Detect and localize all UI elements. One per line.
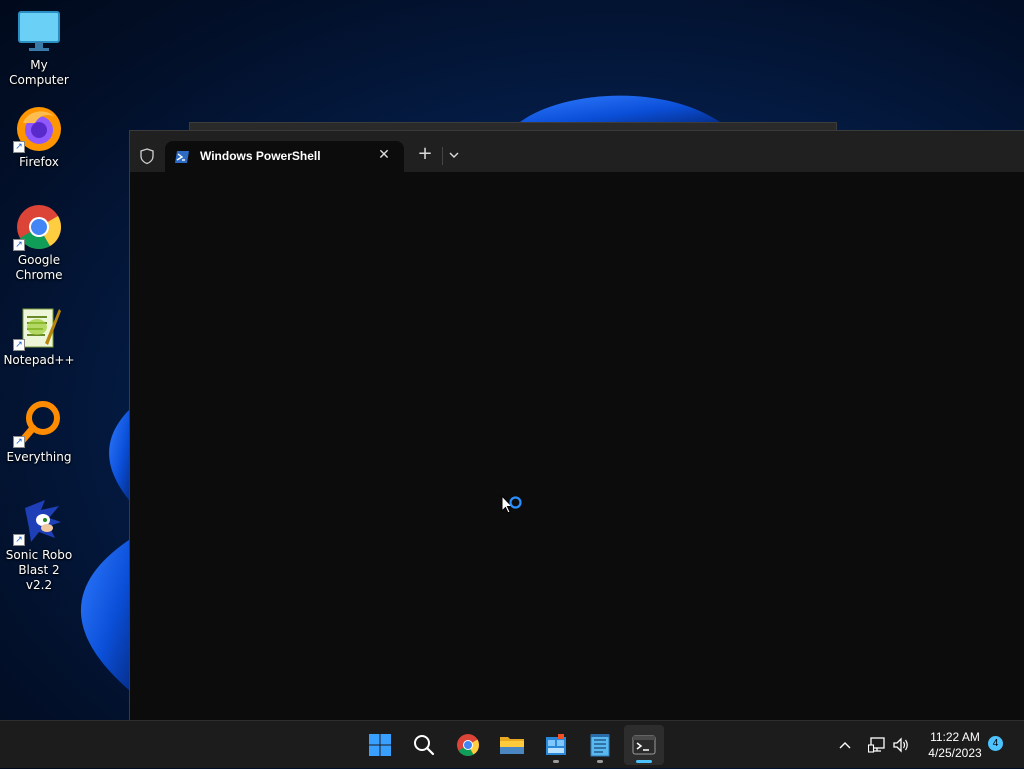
desktop-icon-chrome[interactable]: ↗ Google Chrome — [0, 203, 78, 283]
chrome-icon — [457, 734, 479, 756]
desktop-icon-sonic[interactable]: ↗ Sonic Robo Blast 2 v2.2 — [0, 498, 78, 593]
taskbar-notepad[interactable] — [580, 725, 620, 765]
search-icon — [414, 735, 435, 756]
chevron-up-icon — [839, 742, 851, 749]
clock-time: 11:22 AM — [930, 730, 980, 744]
folder-icon — [500, 737, 524, 754]
new-tab-button[interactable]: + — [415, 145, 435, 165]
terminal-icon — [632, 735, 656, 755]
running-indicator — [553, 760, 559, 763]
start-button[interactable] — [360, 725, 400, 765]
firefox-icon: ↗ — [13, 105, 63, 153]
running-indicator — [597, 760, 603, 763]
sonic-icon: ↗ — [13, 498, 63, 546]
taskbar-file-explorer[interactable] — [492, 725, 532, 765]
network-icon — [868, 737, 885, 753]
network-button[interactable] — [866, 721, 888, 769]
terminal-content[interactable] — [130, 172, 1024, 721]
active-indicator — [636, 760, 652, 763]
desktop-icon-label: Notepad++ — [3, 353, 75, 367]
volume-button[interactable] — [890, 721, 912, 769]
taskbar-terminal[interactable] — [624, 725, 664, 765]
search-magnifier-icon: ↗ — [13, 400, 63, 448]
desktop-icon-label: Everything — [6, 450, 72, 464]
app-icon — [546, 734, 566, 755]
desktop-icon-label: Sonic Robo Blast 2 v2.2 — [5, 548, 73, 592]
taskbar-app[interactable] — [536, 725, 576, 765]
shield-icon — [138, 147, 156, 165]
taskbar-chrome[interactable] — [448, 725, 488, 765]
terminal-titlebar[interactable]: Windows PowerShell ✕ + — [130, 131, 1024, 172]
desktop-icon-label: My Computer — [9, 58, 69, 87]
desktop-icon-label: Firefox — [19, 155, 59, 169]
notification-badge[interactable]: 4 — [988, 736, 1003, 751]
desktop-icon-notepadpp[interactable]: ↗ Notepad++ — [0, 303, 78, 368]
tab-title: Windows PowerShell — [200, 149, 321, 163]
divider — [442, 147, 443, 165]
clock-date: 4/25/2023 — [928, 746, 982, 760]
clock[interactable]: 11:22 AM 4/25/2023 — [918, 729, 992, 761]
speaker-icon — [893, 737, 908, 753]
search-button[interactable] — [404, 725, 444, 765]
notepadpp-icon: ↗ — [13, 303, 63, 351]
desktop-icon-everything[interactable]: ↗ Everything — [0, 400, 78, 465]
busy-cursor-icon — [501, 494, 527, 521]
powershell-icon — [174, 149, 190, 163]
chevron-down-icon[interactable] — [446, 147, 462, 163]
close-icon[interactable]: ✕ — [376, 147, 392, 163]
monitor-icon — [15, 8, 63, 56]
desktop-icon-my-computer[interactable]: My Computer — [0, 8, 78, 88]
tab-windows-powershell[interactable]: Windows PowerShell ✕ — [165, 141, 404, 172]
desktop-icon-label: Google Chrome — [15, 253, 63, 282]
notepad-icon — [590, 734, 610, 757]
terminal-window[interactable]: Windows PowerShell ✕ + — [129, 130, 1024, 721]
desktop-icon-firefox[interactable]: ↗ Firefox — [0, 105, 78, 170]
windows-logo-icon — [369, 734, 391, 756]
taskbar: 11:22 AM 4/25/2023 — [0, 720, 1024, 768]
chrome-icon: ↗ — [13, 203, 63, 251]
show-hidden-icons-button[interactable] — [834, 721, 856, 769]
